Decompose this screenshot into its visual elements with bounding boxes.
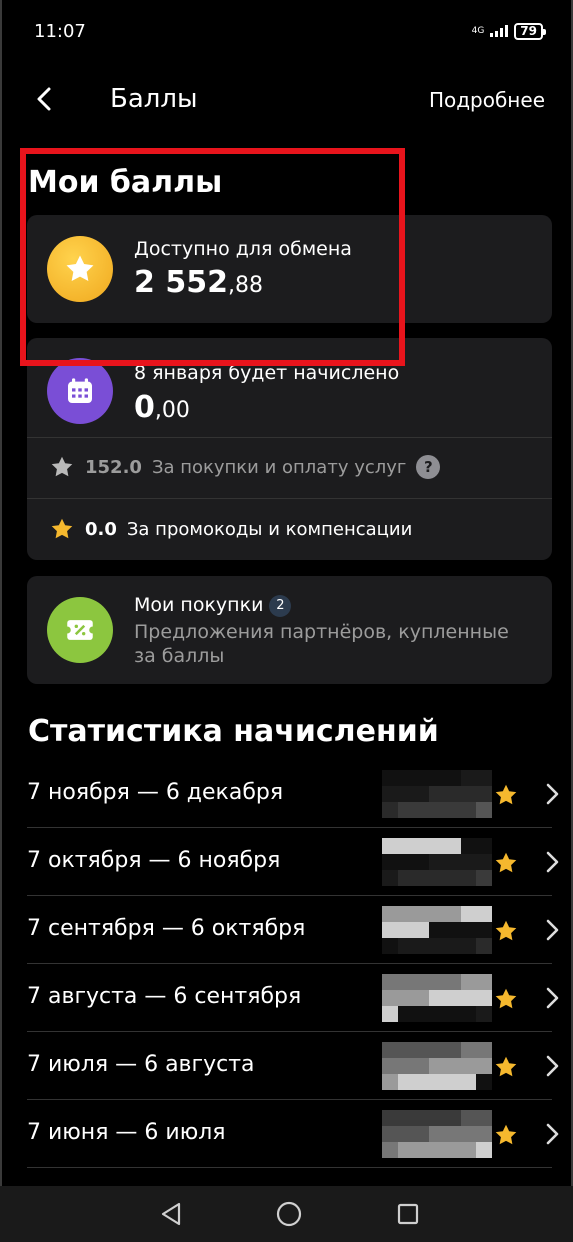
more-details-link[interactable]: Подробнее — [429, 88, 545, 112]
statistics-title: Статистика начислений — [28, 714, 439, 749]
pending-value: 0,00 — [134, 390, 190, 425]
star-icon — [51, 456, 73, 477]
purchases-points-row: 152.0 За покупки и оплату услуг ? — [49, 454, 441, 480]
pending-value-frac: ,00 — [154, 398, 190, 423]
statistics-row[interactable]: 7 июня — 6 июля — [27, 1100, 559, 1168]
statistics-row[interactable]: 7 сентября — 6 октября — [27, 896, 559, 964]
divider — [27, 498, 552, 499]
circle-home-icon — [276, 1201, 302, 1227]
statistics-period-label: 7 июня — 6 июля — [27, 1120, 226, 1145]
statistics-row[interactable]: 7 октября — 6 ноября — [27, 828, 559, 896]
my-purchases-title-row: Мои покупки 2 — [134, 594, 292, 617]
ticket-icon — [47, 597, 113, 663]
battery-icon: 79 — [514, 22, 546, 40]
promo-points-label: За промокоды и компенсации — [126, 518, 413, 540]
chevron-right-icon — [546, 1055, 559, 1077]
star-icon — [495, 920, 517, 941]
frame-edge-left — [0, 0, 2, 1242]
chevron-right-icon — [546, 919, 559, 941]
redacted-value — [382, 906, 492, 954]
my-purchases-subtitle: Предложения партнёров, купленные за балл… — [134, 621, 509, 667]
star-icon — [495, 852, 517, 873]
divider — [27, 437, 552, 438]
statistics-period-label: 7 сентября — 6 октября — [27, 916, 306, 941]
chevron-right-icon — [546, 851, 559, 873]
star-icon — [495, 988, 517, 1009]
status-bar: 11:07 4G 79 — [0, 0, 573, 62]
nav-back-button[interactable] — [157, 1200, 185, 1228]
help-icon[interactable]: ? — [416, 455, 441, 479]
pending-value-int: 0 — [134, 390, 155, 425]
purchases-points-amount: 152.0 — [85, 456, 142, 478]
nav-home-button[interactable] — [275, 1200, 303, 1228]
redacted-value — [382, 838, 492, 886]
calendar-icon — [47, 358, 113, 424]
triangle-back-icon — [161, 1202, 181, 1226]
chevron-right-icon — [546, 783, 559, 805]
redacted-value — [382, 1042, 492, 1090]
statistics-period-label: 7 августа — 6 сентября — [27, 984, 302, 1009]
redacted-value — [382, 974, 492, 1022]
chevron-right-icon — [546, 1123, 559, 1145]
promo-points-row: 0.0 За промокоды и компенсации — [49, 516, 412, 542]
row-divider — [27, 1167, 552, 1168]
statistics-row[interactable]: 7 июля — 6 августа — [27, 1032, 559, 1100]
my-purchases-card[interactable]: Мои покупки 2 Предложения партнёров, купл… — [27, 576, 552, 684]
status-time: 11:07 — [34, 20, 86, 42]
star-icon — [495, 1124, 517, 1145]
star-icon — [495, 784, 517, 805]
page-title: Баллы — [110, 84, 198, 114]
statistics-row[interactable]: 7 августа — 6 сентября — [27, 964, 559, 1032]
star-icon — [495, 1056, 517, 1077]
status-icons: 4G 79 — [471, 22, 546, 40]
pending-points-card: 8 января будет начислено 0,00 152.0 За п… — [27, 338, 552, 560]
statistics-period-label: 7 ноября — 6 декабря — [27, 780, 284, 805]
statistics-row[interactable]: 7 ноября — 6 декабря — [27, 760, 559, 828]
redacted-value — [382, 770, 492, 818]
statistics-period-label: 7 октября — 6 ноября — [27, 848, 281, 873]
system-nav-bar — [0, 1186, 573, 1242]
back-button[interactable] — [30, 84, 60, 114]
my-purchases-title: Мои покупки — [134, 594, 264, 616]
purchases-count-badge: 2 — [269, 594, 292, 617]
square-recents-icon — [397, 1203, 419, 1225]
purchases-points-label: За покупки и оплату услуг — [151, 456, 407, 478]
app-bar: Баллы Подробнее — [0, 70, 573, 130]
redacted-value — [382, 1110, 492, 1158]
network-type: 4G — [471, 25, 485, 36]
chevron-left-icon — [37, 87, 51, 111]
highlight-annotation — [20, 148, 405, 366]
chevron-right-icon — [546, 987, 559, 1009]
signal-icon — [490, 25, 509, 37]
promo-points-amount: 0.0 — [85, 518, 117, 540]
nav-recents-button[interactable] — [394, 1200, 422, 1228]
statistics-period-label: 7 июля — 6 августа — [27, 1052, 255, 1077]
star-icon — [51, 518, 73, 539]
